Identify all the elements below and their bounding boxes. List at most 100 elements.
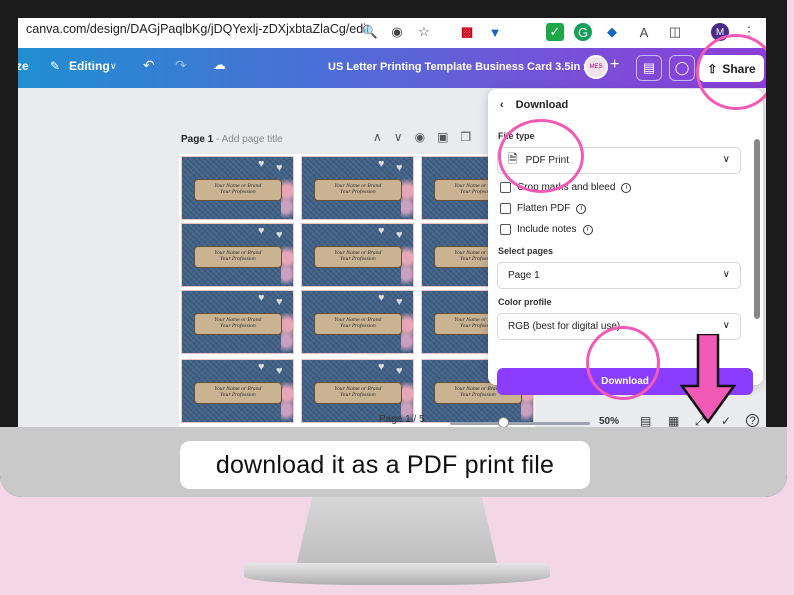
business-card[interactable]: ♥ ♥ Your Name or Brand Your Profession [181, 359, 294, 423]
heart-icon: ♥ [276, 296, 283, 308]
heart-icon: ♥ [258, 361, 265, 373]
business-card[interactable]: ♥ ♥ Your Name or Brand Your Profession [181, 290, 294, 354]
name-plate: Your Name or Brand Your Profession [194, 179, 282, 201]
business-card[interactable]: ♥ ♥ Your Name or Brand Your Profession [301, 156, 414, 220]
tag-extension-icon[interactable]: ◆ [603, 23, 621, 41]
add-collaborator-icon[interactable]: + [610, 56, 619, 74]
chevron-down-icon: ∨ [722, 269, 730, 280]
undo-icon[interactable]: ↶ [143, 57, 155, 74]
card-profession-text: Your Profession [220, 393, 256, 398]
heart-icon: ♥ [258, 158, 265, 170]
heart-icon: ♥ [396, 365, 403, 377]
select-pages-label: Select pages [498, 246, 554, 256]
name-plate: Your Name or Brand Your Profession [314, 179, 402, 201]
business-card[interactable]: ♥ ♥ Your Name or Brand Your Profession [181, 156, 294, 220]
info-icon[interactable]: i [621, 182, 632, 193]
card-profession-text: Your Profession [340, 324, 376, 329]
name-plate: Your Name or Brand Your Profession [194, 246, 282, 268]
card-profession-text: Your Profession [340, 393, 376, 398]
screen: canva.com/design/DAGjPaqlbKg/jDQYexlj-zD… [18, 18, 766, 427]
heart-icon: ♥ [378, 292, 385, 304]
chevron-up-icon[interactable]: ∧ [373, 130, 382, 144]
download-highlight-circle [586, 326, 660, 400]
editing-mode-button[interactable]: Editing [69, 59, 110, 73]
chevron-down-icon: ∨ [722, 320, 730, 331]
select-pages-value: Page 1 [508, 270, 540, 281]
zoom-level[interactable]: 50% [599, 416, 619, 427]
name-plate: Your Name or Brand Your Profession [194, 382, 282, 404]
checkbox-box[interactable] [500, 224, 511, 235]
page-counter[interactable]: Page 1 / 5 [379, 414, 425, 425]
heart-icon: ♥ [396, 229, 403, 241]
panel-scrollbar[interactable] [754, 139, 760, 319]
redo-icon[interactable]: ↷ [175, 57, 187, 74]
design-title[interactable]: US Letter Printing Template Business Car… [328, 61, 608, 73]
comment-icon[interactable]: ◯ [669, 55, 695, 81]
heart-icon: ♥ [276, 162, 283, 174]
pdf-extension-icon[interactable]: ▩ [458, 23, 476, 41]
back-chevron-icon[interactable]: ‹ [500, 99, 504, 111]
card-profession-text: Your Profession [220, 190, 256, 195]
business-card[interactable]: ♥ ♥ Your Name or Brand Your Profession [181, 223, 294, 287]
lock-icon[interactable]: ▣ [437, 130, 448, 144]
duplicate-icon[interactable]: ❐ [460, 130, 471, 144]
help-icon[interactable]: ? [746, 414, 759, 427]
heart-icon: ♥ [276, 365, 283, 377]
flower-decoration [401, 246, 413, 286]
checkbox-label: Include notes [517, 224, 577, 235]
heart-icon: ♥ [378, 361, 385, 373]
flatten-pdf-checkbox[interactable]: Flatten PDF i [500, 203, 587, 214]
url-field[interactable]: canva.com/design/DAGjPaqlbKg/jDQYexlj-zD… [26, 22, 369, 36]
color-profile-label: Color profile [498, 297, 552, 307]
file-type-highlight-circle [498, 119, 584, 193]
checkbox-box[interactable] [500, 203, 511, 214]
collaborator-avatar[interactable]: MES [584, 55, 608, 79]
zoom-icon[interactable]: 🔍 [361, 23, 379, 41]
checkbox-label: Flatten PDF [517, 203, 571, 214]
heart-icon: ♥ [396, 162, 403, 174]
info-icon[interactable]: i [582, 224, 593, 235]
select-pages-dropdown[interactable]: Page 1 ∨ [497, 262, 741, 289]
chevron-down-icon: ∨ [110, 61, 117, 71]
info-icon[interactable]: i [576, 203, 587, 214]
business-card[interactable]: ♥ ♥ Your Name or Brand Your Profession [301, 223, 414, 287]
name-plate: Your Name or Brand Your Profession [314, 313, 402, 335]
heart-icon: ♥ [258, 225, 265, 237]
page-label[interactable]: Page 1 - Add page title [181, 134, 283, 145]
add-page-title[interactable]: - Add page title [216, 134, 283, 145]
chevron-down-icon: ∨ [722, 154, 730, 165]
card-profession-text: Your Profession [220, 257, 256, 262]
chevron-down-icon[interactable]: ∨ [394, 130, 403, 144]
checkbox-box[interactable] [500, 182, 511, 193]
hide-eye-icon[interactable]: ◉ [415, 130, 425, 144]
flower-decoration [401, 179, 413, 219]
flower-decoration [401, 313, 413, 353]
flower-decoration [281, 246, 293, 286]
eye-slash-icon[interactable]: ◉ [388, 23, 406, 41]
monitor-stand-neck [296, 497, 498, 567]
font-extension-icon[interactable]: A [635, 23, 653, 41]
star-icon[interactable]: ☆ [415, 23, 433, 41]
grammarly-extension-icon[interactable]: G [574, 23, 592, 41]
heart-icon: ♥ [396, 296, 403, 308]
business-card[interactable]: ♥ ♥ Your Name or Brand Your Profession [301, 290, 414, 354]
name-plate: Your Name or Brand Your Profession [314, 246, 402, 268]
pointer-arrow-icon [679, 334, 737, 425]
panel-header: ‹ Download [500, 99, 568, 111]
notes-icon[interactable]: ▤ [640, 414, 651, 427]
zoom-slider-track[interactable] [450, 422, 590, 425]
check-extension-icon[interactable]: ✓ [546, 23, 564, 41]
name-plate: Your Name or Brand Your Profession [194, 313, 282, 335]
extensions-puzzle-icon[interactable]: ◫ [666, 23, 684, 41]
analytics-icon[interactable]: ▤ [636, 55, 662, 81]
pencil-icon[interactable]: ✎ [50, 59, 60, 73]
zoom-slider-handle[interactable] [498, 417, 509, 427]
shield-extension-icon[interactable]: ▼ [486, 23, 504, 41]
design-page[interactable]: ♥ ♥ Your Name or Brand Your Profession ♥ ♥ Yo… [179, 154, 535, 427]
card-profession-text: Your Profession [220, 324, 256, 329]
heart-icon: ♥ [258, 292, 265, 304]
card-profession-text: Your Profession [340, 257, 376, 262]
menu-fragment[interactable]: ze [18, 59, 29, 73]
flower-decoration [281, 179, 293, 219]
include-notes-checkbox[interactable]: Include notes i [500, 224, 593, 235]
